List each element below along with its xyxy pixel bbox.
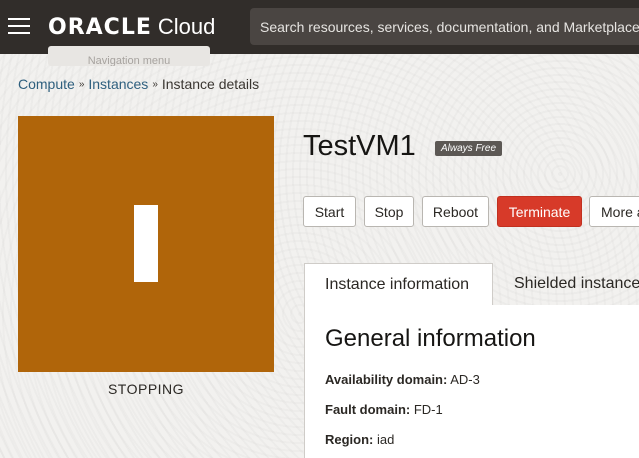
field-value: AD-3 — [450, 372, 480, 387]
more-actions-button[interactable]: More actions — [589, 196, 639, 227]
start-button[interactable]: Start — [303, 196, 356, 227]
general-information-heading: General information — [325, 325, 536, 352]
field-value: FD-1 — [413, 402, 443, 417]
brand-oracle: ORACLE — [48, 14, 152, 40]
breadcrumb: Compute » Instances » Instance details — [18, 76, 259, 92]
always-free-badge: Always Free — [435, 141, 503, 156]
hamburger-menu-icon[interactable] — [8, 16, 30, 36]
field-label: Region: — [325, 432, 374, 447]
stop-button[interactable]: Stop — [364, 196, 414, 227]
terminate-button[interactable]: Terminate — [497, 196, 582, 227]
navigation-menu-tooltip: Navigation menu — [48, 46, 210, 66]
tab-shielded-instance[interactable]: Shielded instance — [494, 263, 639, 305]
reboot-button[interactable]: Reboot — [422, 196, 489, 227]
availability-domain-field: Availability domain: AD-3 — [325, 372, 480, 387]
oracle-cloud-logo[interactable]: ORACLE Cloud — [48, 12, 215, 42]
tab-instance-information[interactable]: Instance information — [304, 263, 493, 306]
brand-cloud: Cloud — [157, 14, 216, 39]
instance-status-label: STOPPING — [107, 381, 185, 397]
breadcrumb-current: Instance details — [161, 76, 260, 92]
page-title: TestVM1 — [303, 130, 416, 162]
field-label: Availability domain: — [325, 372, 448, 387]
tab-bar: Instance information Shielded instance — [304, 263, 639, 306]
breadcrumb-separator-icon: » — [78, 78, 85, 90]
breadcrumb-compute[interactable]: Compute — [18, 76, 75, 92]
search-input[interactable] — [258, 17, 639, 36]
region-field: Region: iad — [325, 432, 394, 447]
breadcrumb-separator-icon: » — [152, 78, 158, 90]
instance-letter-icon — [134, 205, 158, 282]
fault-domain-field: Fault domain: FD-1 — [325, 402, 443, 417]
search-bar[interactable] — [250, 8, 639, 45]
breadcrumb-instances[interactable]: Instances — [88, 76, 148, 92]
field-label: Fault domain: — [325, 402, 411, 417]
field-value: iad — [377, 432, 395, 447]
